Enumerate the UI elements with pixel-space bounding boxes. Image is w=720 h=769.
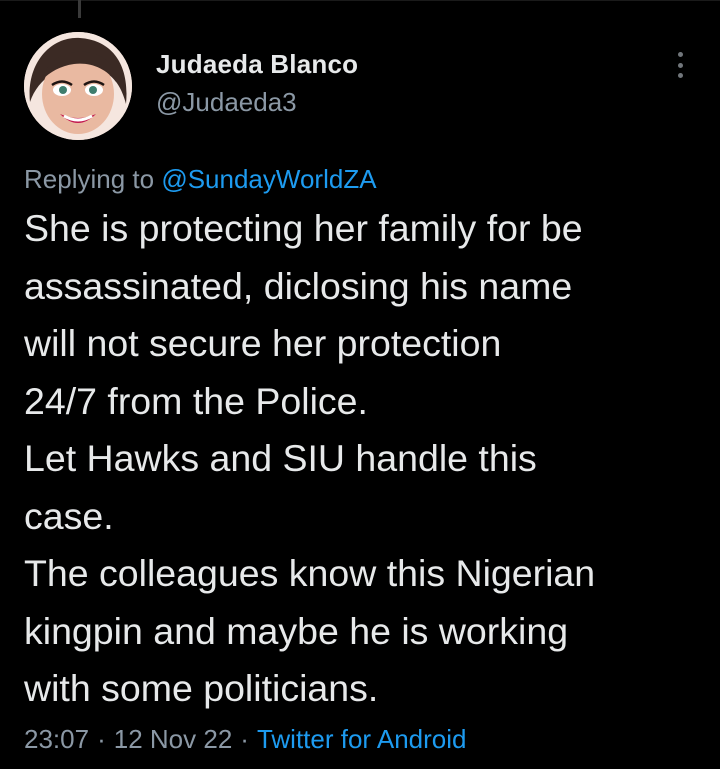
tweet-text-line: assassinated, diclosing his name [24, 264, 573, 307]
tweet-text-line: case. [24, 494, 114, 537]
more-dot [677, 73, 683, 78]
tweet-author: Judaeda Blanco @Judaeda3 [156, 48, 358, 118]
top-divider [0, 0, 720, 1]
more-dot [677, 52, 683, 57]
tweet-text-line: will not secure her protection [24, 322, 502, 364]
replying-to-mention-link[interactable]: @SundayWorldZA [161, 164, 376, 194]
thread-connector-line [78, 0, 81, 18]
replying-to-label: Replying to [24, 164, 155, 194]
tweet-text-line: The colleagues know this Nigerian [24, 552, 596, 594]
tweet-text-line: Let Hawks and SIU handle this [24, 437, 537, 479]
author-display-name[interactable]: Judaeda Blanco [156, 48, 358, 80]
meta-separator: · [97, 724, 106, 754]
tweet-metadata: 23:07 · 12 Nov 22 · Twitter for Android [24, 722, 467, 756]
avatar-illustration [24, 32, 132, 140]
more-options-icon[interactable] [668, 50, 692, 80]
tweet-text-line: with some politicians. [24, 667, 379, 709]
tweet-date[interactable]: 12 Nov 22 [114, 724, 233, 754]
replying-to-line: Replying to @SundayWorldZA [24, 162, 377, 196]
tweet-time[interactable]: 23:07 [24, 724, 89, 754]
author-handle[interactable]: @Judaeda3 [156, 86, 358, 118]
avatar[interactable] [24, 32, 132, 140]
tweet-text: She is protecting her family for be assa… [24, 200, 704, 718]
tweet-text-line: kingpin and maybe he is working [24, 609, 569, 652]
more-dot [677, 62, 683, 68]
tweet-text-line: 24/7 from the Police. [24, 379, 368, 422]
tweet-source-link[interactable]: Twitter for Android [257, 724, 467, 754]
tweet-text-line: She is protecting her family for be [24, 207, 583, 249]
meta-separator: · [240, 724, 249, 754]
